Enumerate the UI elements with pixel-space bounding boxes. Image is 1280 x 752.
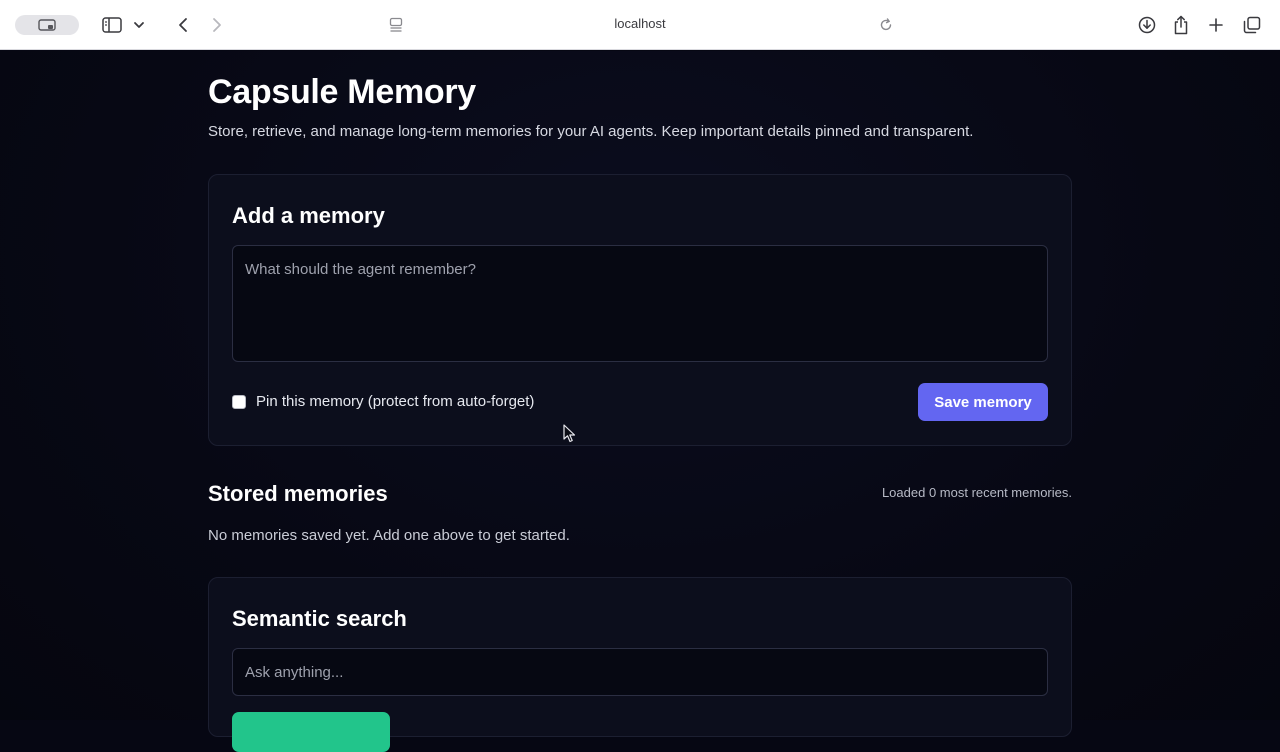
add-memory-title: Add a memory (232, 203, 385, 228)
show-tabs-button[interactable] (1242, 15, 1262, 35)
tab-overview-icon (38, 19, 56, 31)
reader-icon (389, 17, 403, 32)
back-arrow-icon (179, 18, 187, 32)
tabs-icon (1243, 16, 1261, 34)
empty-state-text: No memories saved yet. Add one above to … (208, 527, 570, 544)
new-tab-button[interactable] (1207, 15, 1225, 35)
download-icon (1138, 16, 1156, 34)
memory-textarea[interactable] (232, 245, 1048, 362)
reload-icon (880, 18, 892, 31)
semantic-search-card: Semantic search (208, 577, 1072, 752)
semantic-search-title: Semantic search (232, 606, 407, 631)
pin-label: Pin this memory (protect from auto-forge… (256, 393, 535, 410)
share-button[interactable] (1172, 14, 1190, 36)
plus-icon (1209, 18, 1223, 32)
loaded-count-text: Loaded 0 most recent memories. (881, 485, 1072, 500)
reader-button[interactable] (388, 15, 404, 35)
search-input[interactable] (232, 648, 1048, 696)
pin-checkbox[interactable] (232, 394, 246, 409)
add-memory-card: Add a memory Pin this memory (protect fr… (208, 174, 1072, 446)
address-bar[interactable]: localhost (540, 16, 740, 34)
stored-memories-title: Stored memories (208, 481, 388, 506)
reload-button[interactable] (877, 15, 895, 35)
sidebar-menu-button[interactable] (131, 16, 147, 34)
save-memory-button[interactable]: Save memory (918, 383, 1048, 421)
browser-toolbar: localhost (0, 0, 1280, 50)
downloads-button[interactable] (1137, 15, 1157, 35)
tab-overview-button[interactable] (15, 15, 79, 35)
page: Capsule Memory Store, retrieve, and mana… (0, 51, 1280, 752)
chevron-down-icon (134, 22, 144, 28)
back-button[interactable] (174, 14, 192, 36)
page-subtitle: Store, retrieve, and manage long-term me… (208, 123, 974, 140)
share-icon (1174, 15, 1188, 35)
page-title: Capsule Memory (208, 73, 476, 111)
pin-toggle[interactable]: Pin this memory (protect from auto-forge… (232, 393, 534, 410)
forward-arrow-icon (213, 18, 221, 32)
sidebar-button[interactable] (100, 14, 124, 36)
search-button[interactable] (232, 712, 390, 752)
mouse-cursor-icon (563, 424, 576, 443)
sidebar-icon (102, 17, 122, 33)
forward-button[interactable] (208, 14, 226, 36)
